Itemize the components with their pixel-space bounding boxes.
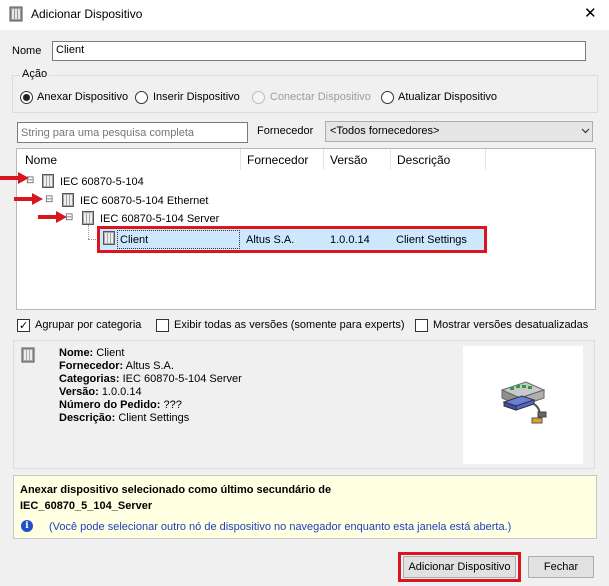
device-icon bbox=[9, 6, 23, 22]
radio-insert-device[interactable] bbox=[135, 91, 148, 104]
close-button[interactable]: Fechar bbox=[528, 556, 594, 578]
radio-update-device[interactable] bbox=[381, 91, 394, 104]
checkbox-label: Agrupar por categoria bbox=[35, 319, 142, 331]
radio-update-label: Atualizar Dispositivo bbox=[398, 91, 498, 103]
column-divider bbox=[390, 149, 391, 170]
column-divider bbox=[485, 149, 486, 170]
collapse-icon[interactable]: ⊟ bbox=[26, 175, 34, 186]
device-icon bbox=[62, 193, 74, 207]
detail-value: Client Settings bbox=[118, 412, 190, 424]
tree-node-label[interactable]: IEC 60870-5-104 bbox=[60, 176, 144, 188]
detail-key: Fornecedor: bbox=[59, 360, 124, 372]
column-header-vendor[interactable]: Fornecedor bbox=[247, 153, 308, 167]
device-icon bbox=[21, 347, 35, 363]
collapse-icon[interactable]: ⊟ bbox=[65, 212, 73, 223]
radio-attach-label: Anexar Dispositivo bbox=[37, 91, 129, 103]
detail-value: 1.0.0.14 bbox=[101, 386, 142, 398]
column-header-description[interactable]: Descrição bbox=[397, 153, 450, 167]
collapse-icon[interactable]: ⊟ bbox=[45, 194, 53, 205]
name-input[interactable]: Client bbox=[52, 41, 586, 61]
red-arrow-icon bbox=[14, 193, 43, 205]
network-device-icon bbox=[500, 381, 547, 424]
detail-value: Altus S.A. bbox=[125, 360, 174, 372]
red-highlight-box bbox=[398, 552, 521, 582]
detail-value: ??? bbox=[163, 399, 182, 411]
column-divider bbox=[323, 149, 324, 170]
checkbox-show-outdated[interactable] bbox=[415, 319, 428, 332]
close-icon[interactable]: ✕ bbox=[584, 4, 597, 22]
column-header-version[interactable]: Versão bbox=[330, 153, 367, 167]
vendor-label: Fornecedor bbox=[257, 125, 314, 137]
column-header-name[interactable]: Nome bbox=[25, 153, 57, 167]
info-line-2: IEC_60870_5_104_Server bbox=[20, 500, 153, 512]
chevron-down-icon bbox=[581, 128, 590, 134]
detail-key: Versão: bbox=[59, 386, 99, 398]
info-line-1: Anexar dispositivo selecionado como últi… bbox=[20, 484, 332, 496]
radio-connect-label: Conectar Dispositivo bbox=[270, 91, 371, 103]
radio-attach-device[interactable] bbox=[20, 91, 33, 104]
tree-connector bbox=[88, 225, 89, 239]
details-text: Nome: Client Fornecedor: Altus S.A. Cate… bbox=[59, 347, 242, 425]
device-icon bbox=[82, 211, 94, 225]
column-divider bbox=[240, 149, 241, 170]
detail-value: Client bbox=[96, 347, 125, 359]
red-highlight-box bbox=[97, 226, 487, 253]
checkbox-show-all-versions[interactable] bbox=[156, 319, 169, 332]
radio-insert-label: Inserir Dispositivo bbox=[153, 91, 240, 103]
window-title: Adicionar Dispositivo bbox=[31, 7, 143, 21]
device-icon bbox=[42, 174, 54, 188]
checkbox-label: Exibir todas as versões (somente para ex… bbox=[174, 319, 405, 331]
detail-key: Nome: bbox=[59, 347, 94, 359]
radio-connect-device bbox=[252, 91, 265, 104]
checkbox-group-by-category[interactable]: ✓ bbox=[17, 319, 30, 332]
detail-key: Categorias: bbox=[59, 373, 120, 385]
detail-key: Número do Pedido: bbox=[59, 399, 161, 411]
vendor-select-value: <Todos fornecedores> bbox=[330, 125, 440, 137]
info-icon: i bbox=[21, 520, 33, 532]
red-arrow-icon bbox=[38, 211, 67, 223]
detail-key: Descrição: bbox=[59, 412, 116, 424]
tree-node-label[interactable]: IEC 60870-5-104 Server bbox=[100, 213, 219, 225]
checkbox-label: Mostrar versões desatualizadas bbox=[433, 319, 589, 331]
tree-node-label[interactable]: IEC 60870-5-104 Ethernet bbox=[80, 195, 208, 207]
info-note: (Você pode selecionar outro nó de dispos… bbox=[49, 521, 512, 533]
detail-value: IEC 60870-5-104 Server bbox=[122, 373, 242, 385]
search-input[interactable] bbox=[17, 122, 248, 143]
vendor-select[interactable]: <Todos fornecedores> bbox=[325, 121, 593, 142]
checkmark-icon: ✓ bbox=[19, 319, 29, 332]
name-label: Nome bbox=[12, 45, 42, 57]
action-group-label: Ação bbox=[20, 68, 50, 80]
